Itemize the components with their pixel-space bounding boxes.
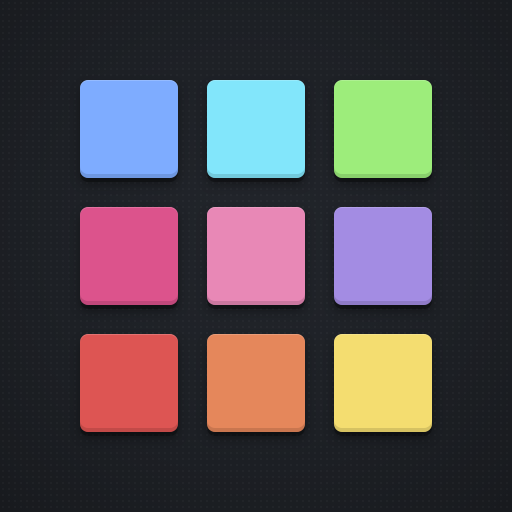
pad-row2-col3[interactable]	[334, 207, 432, 305]
pad-row3-col2[interactable]	[207, 334, 305, 432]
pad-row1-col3[interactable]	[334, 80, 432, 178]
pad-row1-col2[interactable]	[207, 80, 305, 178]
pad-row3-col1[interactable]	[80, 334, 178, 432]
pad-row1-col1[interactable]	[80, 80, 178, 178]
pad-row2-col1[interactable]	[80, 207, 178, 305]
app-background	[0, 0, 512, 512]
pad-row2-col2[interactable]	[207, 207, 305, 305]
pad-grid	[80, 80, 432, 432]
pad-row3-col3[interactable]	[334, 334, 432, 432]
